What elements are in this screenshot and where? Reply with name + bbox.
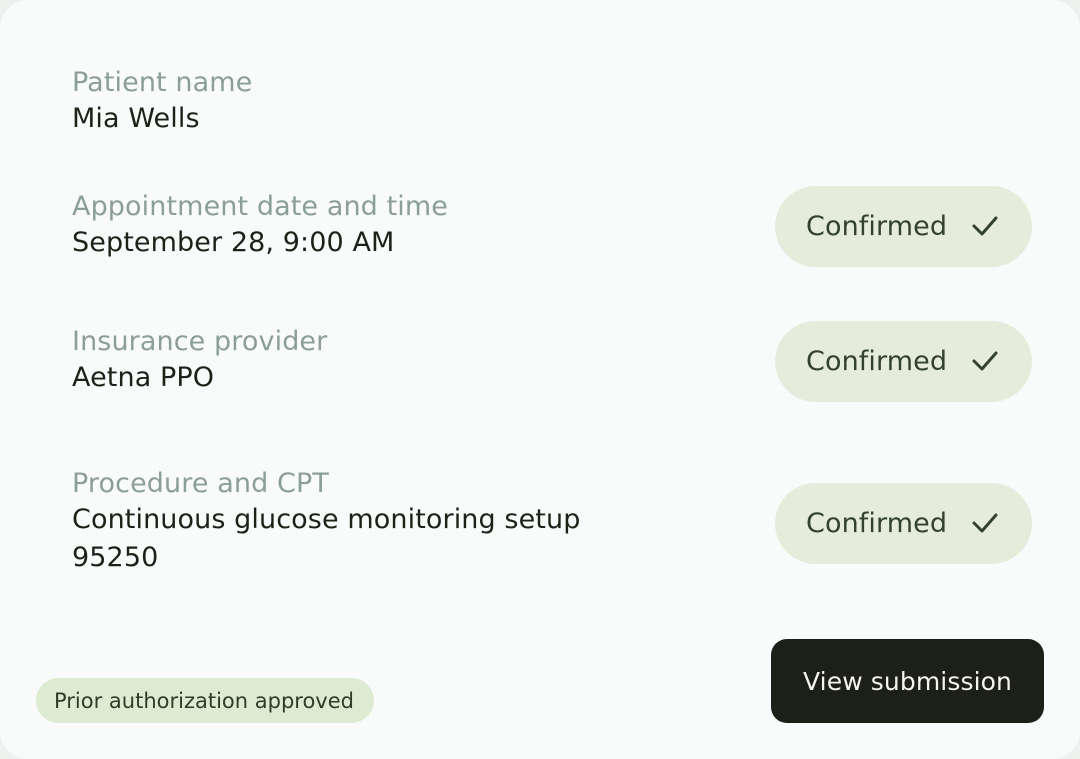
insurance-field: Insurance provider Aetna PPO (72, 325, 327, 397)
procedure-status-label: Confirmed (806, 508, 948, 539)
insurance-status-pill[interactable]: Confirmed (775, 321, 1032, 402)
insurance-label: Insurance provider (72, 326, 328, 357)
patient-name-label: Patient name (72, 67, 253, 98)
procedure-label: Procedure and CPT (72, 468, 329, 499)
appointment-status-label: Confirmed (806, 211, 948, 242)
appointment-label: Appointment date and time (72, 191, 449, 222)
appointment-status-pill[interactable]: Confirmed (775, 186, 1032, 267)
procedure-cpt-code: 95250 (72, 542, 159, 573)
view-submission-button[interactable]: View submission (771, 639, 1044, 723)
procedure-status-pill[interactable]: Confirmed (775, 483, 1032, 564)
procedure-field: Procedure and CPT Continuous glucose mon… (72, 467, 580, 577)
check-icon (972, 216, 998, 236)
procedure-value-line1: Continuous glucose monitoring setup (72, 504, 581, 535)
patient-name-field: Patient name Mia Wells (72, 66, 252, 138)
prior-auth-card: Patient name Mia Wells Appointment date … (0, 0, 1080, 759)
insurance-status-label: Confirmed (806, 346, 948, 377)
patient-name-value: Mia Wells (72, 103, 200, 134)
appointment-field: Appointment date and time September 28, … (72, 190, 448, 262)
appointment-value: September 28, 9:00 AM (72, 227, 395, 258)
check-icon (972, 351, 998, 371)
check-icon (972, 513, 998, 533)
insurance-value: Aetna PPO (72, 362, 215, 393)
prior-authorization-badge: Prior authorization approved (36, 678, 374, 723)
